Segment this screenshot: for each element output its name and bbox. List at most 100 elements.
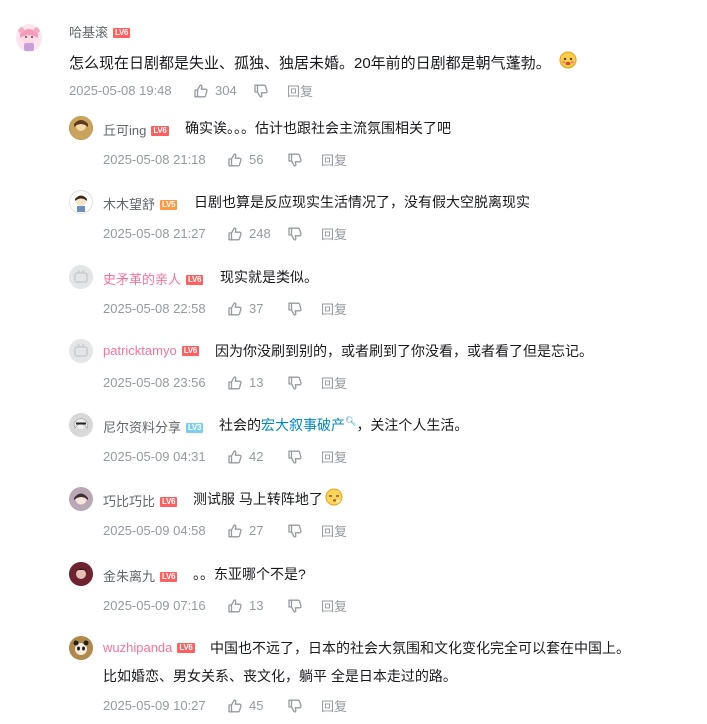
dislike-button[interactable]	[287, 523, 321, 539]
blush-emoji-icon	[559, 51, 577, 73]
avatar[interactable]	[69, 636, 93, 660]
reply-button[interactable]: 回复	[287, 81, 313, 100]
like-button[interactable]: 304	[193, 83, 253, 99]
dislike-button[interactable]	[287, 598, 321, 614]
search-icon: 🔍︎	[345, 416, 357, 426]
thumbs-down-icon	[287, 375, 303, 391]
anime-girl-avatar-icon	[18, 27, 40, 51]
reply-button[interactable]: 回复	[321, 373, 347, 392]
like-button[interactable]: 45	[227, 698, 287, 714]
thumbs-up-icon	[227, 301, 243, 317]
reply-meta: 2025-05-08 21:18 56 回复	[103, 150, 347, 169]
username[interactable]: 木木望舒	[103, 197, 155, 212]
user-avatar-icon	[69, 487, 93, 511]
username[interactable]: 尼尔资料分享	[103, 420, 181, 435]
dislike-button[interactable]	[287, 152, 321, 168]
level-badge: LV6	[181, 345, 199, 356]
timestamp: 2025-05-08 21:27	[103, 226, 206, 241]
dislike-button[interactable]	[287, 301, 321, 317]
dislike-button[interactable]	[287, 698, 321, 714]
user-avatar-icon	[69, 116, 93, 140]
level-badge: LV3	[186, 422, 204, 433]
like-button[interactable]: 13	[227, 375, 287, 391]
timestamp: 2025-05-08 21:18	[103, 152, 206, 167]
dislike-button[interactable]	[287, 449, 321, 465]
avatar[interactable]	[69, 339, 93, 363]
like-button[interactable]: 27	[227, 523, 287, 539]
reply-meta: 2025-05-09 04:31 42 回复	[103, 447, 347, 466]
reply-button[interactable]: 回复	[321, 224, 347, 243]
timestamp: 2025-05-09 04:31	[103, 449, 206, 464]
reply-button[interactable]: 回复	[321, 299, 347, 318]
timestamp: 2025-05-08 22:58	[103, 301, 206, 316]
avatar[interactable]	[69, 487, 93, 511]
avatar[interactable]	[69, 265, 93, 289]
reply-meta: 2025-05-08 23:56 13 回复	[103, 373, 347, 392]
level-badge: LV6	[177, 642, 195, 653]
reply-button[interactable]: 回复	[321, 696, 347, 715]
default-tv-avatar-icon	[69, 265, 93, 289]
like-button[interactable]: 13	[227, 598, 287, 614]
username[interactable]: patricktamyo	[103, 343, 177, 358]
reply-button[interactable]: 回复	[321, 521, 347, 540]
panda-avatar-icon	[69, 636, 93, 660]
reply-text-line1: 中国也不远了，日本的社会大氛围和文化变化完全可以套在中国上。	[210, 640, 630, 656]
reply-text: 确实诶。。。估计也跟社会主流氛围相关了吧	[185, 120, 451, 136]
reply-meta: 2025-05-09 10:27 45 回复	[103, 696, 347, 715]
user-avatar-icon	[69, 413, 93, 437]
thumbs-up-icon	[227, 698, 243, 714]
username[interactable]: 丘可ing	[103, 123, 146, 138]
avatar[interactable]	[69, 413, 93, 437]
reply-meta: 2025-05-09 07:16 13 回复	[103, 596, 347, 615]
timestamp: 2025-05-09 04:58	[103, 523, 206, 538]
search-link[interactable]: 宏大叙事破产🔍︎	[261, 416, 357, 433]
level-badge: LV6	[151, 125, 169, 136]
timestamp: 2025-05-08 23:56	[103, 375, 206, 390]
dislike-button[interactable]	[287, 226, 321, 242]
thumbs-down-icon	[287, 449, 303, 465]
level-badge: LV5	[160, 199, 178, 210]
thumbs-up-icon	[227, 152, 243, 168]
dislike-button[interactable]	[253, 83, 287, 99]
reply-meta: 2025-05-09 04:58 27 回复	[103, 521, 347, 540]
avatar[interactable]	[69, 116, 93, 140]
username[interactable]: wuzhipanda	[103, 640, 172, 655]
avatar[interactable]	[69, 190, 93, 214]
level-badge: LV6	[186, 274, 204, 285]
reply-text: 因为你没刷到别的，或者刷到了你没看，或者看了但是忘记。	[215, 343, 593, 359]
comment-text: 怎么现在日剧都是失业、孤独、独居未婚。20年前的日剧都是朝气蓬勃。	[69, 51, 577, 75]
thumbs-down-icon	[253, 83, 269, 99]
reply-button[interactable]: 回复	[321, 150, 347, 169]
like-button[interactable]: 248	[227, 226, 287, 242]
reply-text: 测试服 马上转阵地了	[193, 488, 343, 511]
timestamp: 2025-05-08 19:48	[69, 83, 172, 98]
thumbs-up-icon	[227, 523, 243, 539]
default-tv-avatar-icon	[69, 339, 93, 363]
reply-button[interactable]: 回复	[321, 447, 347, 466]
level-badge: LV6	[160, 571, 178, 582]
reply-text: 现实就是类似。	[220, 269, 318, 285]
thumbs-up-icon	[227, 375, 243, 391]
thumbs-down-icon	[287, 301, 303, 317]
thumbs-up-icon	[227, 598, 243, 614]
reply-button[interactable]: 回复	[321, 596, 347, 615]
username[interactable]: 史矛革的亲人	[103, 272, 181, 287]
thumbs-down-icon	[287, 598, 303, 614]
dislike-button[interactable]	[287, 375, 321, 391]
timestamp: 2025-05-09 07:16	[103, 598, 206, 613]
thumbs-up-icon	[227, 226, 243, 242]
avatar[interactable]	[69, 562, 93, 586]
thumbs-down-icon	[287, 226, 303, 242]
like-button[interactable]: 42	[227, 449, 287, 465]
level-badge: LV6	[113, 27, 131, 38]
reply-text: 。。东亚哪个不是?	[193, 566, 306, 582]
thumbs-down-icon	[287, 698, 303, 714]
username[interactable]: 金朱离九	[103, 569, 155, 584]
thumbs-up-icon	[227, 449, 243, 465]
username[interactable]: 巧比巧比	[103, 494, 155, 509]
like-button[interactable]: 37	[227, 301, 287, 317]
avatar[interactable]	[16, 24, 42, 52]
username[interactable]: 哈基滚 LV6	[69, 22, 131, 41]
thumbs-up-icon	[193, 83, 209, 99]
like-button[interactable]: 56	[227, 152, 287, 168]
